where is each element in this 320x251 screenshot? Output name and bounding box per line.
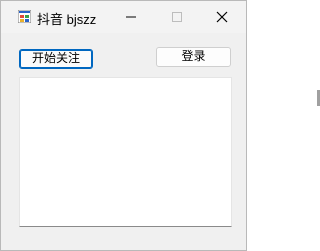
result-listbox[interactable] [19,77,232,227]
maximize-button[interactable] [154,1,200,33]
minimize-button[interactable] [108,1,154,33]
window-title: 抖音 bjszz [37,12,97,27]
client-area: 开始关注 登录 [1,33,246,250]
maximize-icon [172,12,182,22]
title-bar[interactable]: 抖音 bjszz [1,1,246,33]
close-icon [216,11,228,23]
close-button[interactable] [200,1,246,33]
app-window: 抖音 bjszz 开始关注 登录 [0,0,247,251]
login-button[interactable]: 登录 [156,47,231,67]
minimize-icon [126,16,136,18]
start-follow-button[interactable]: 开始关注 [19,49,93,69]
windows-form-icon [17,9,32,24]
